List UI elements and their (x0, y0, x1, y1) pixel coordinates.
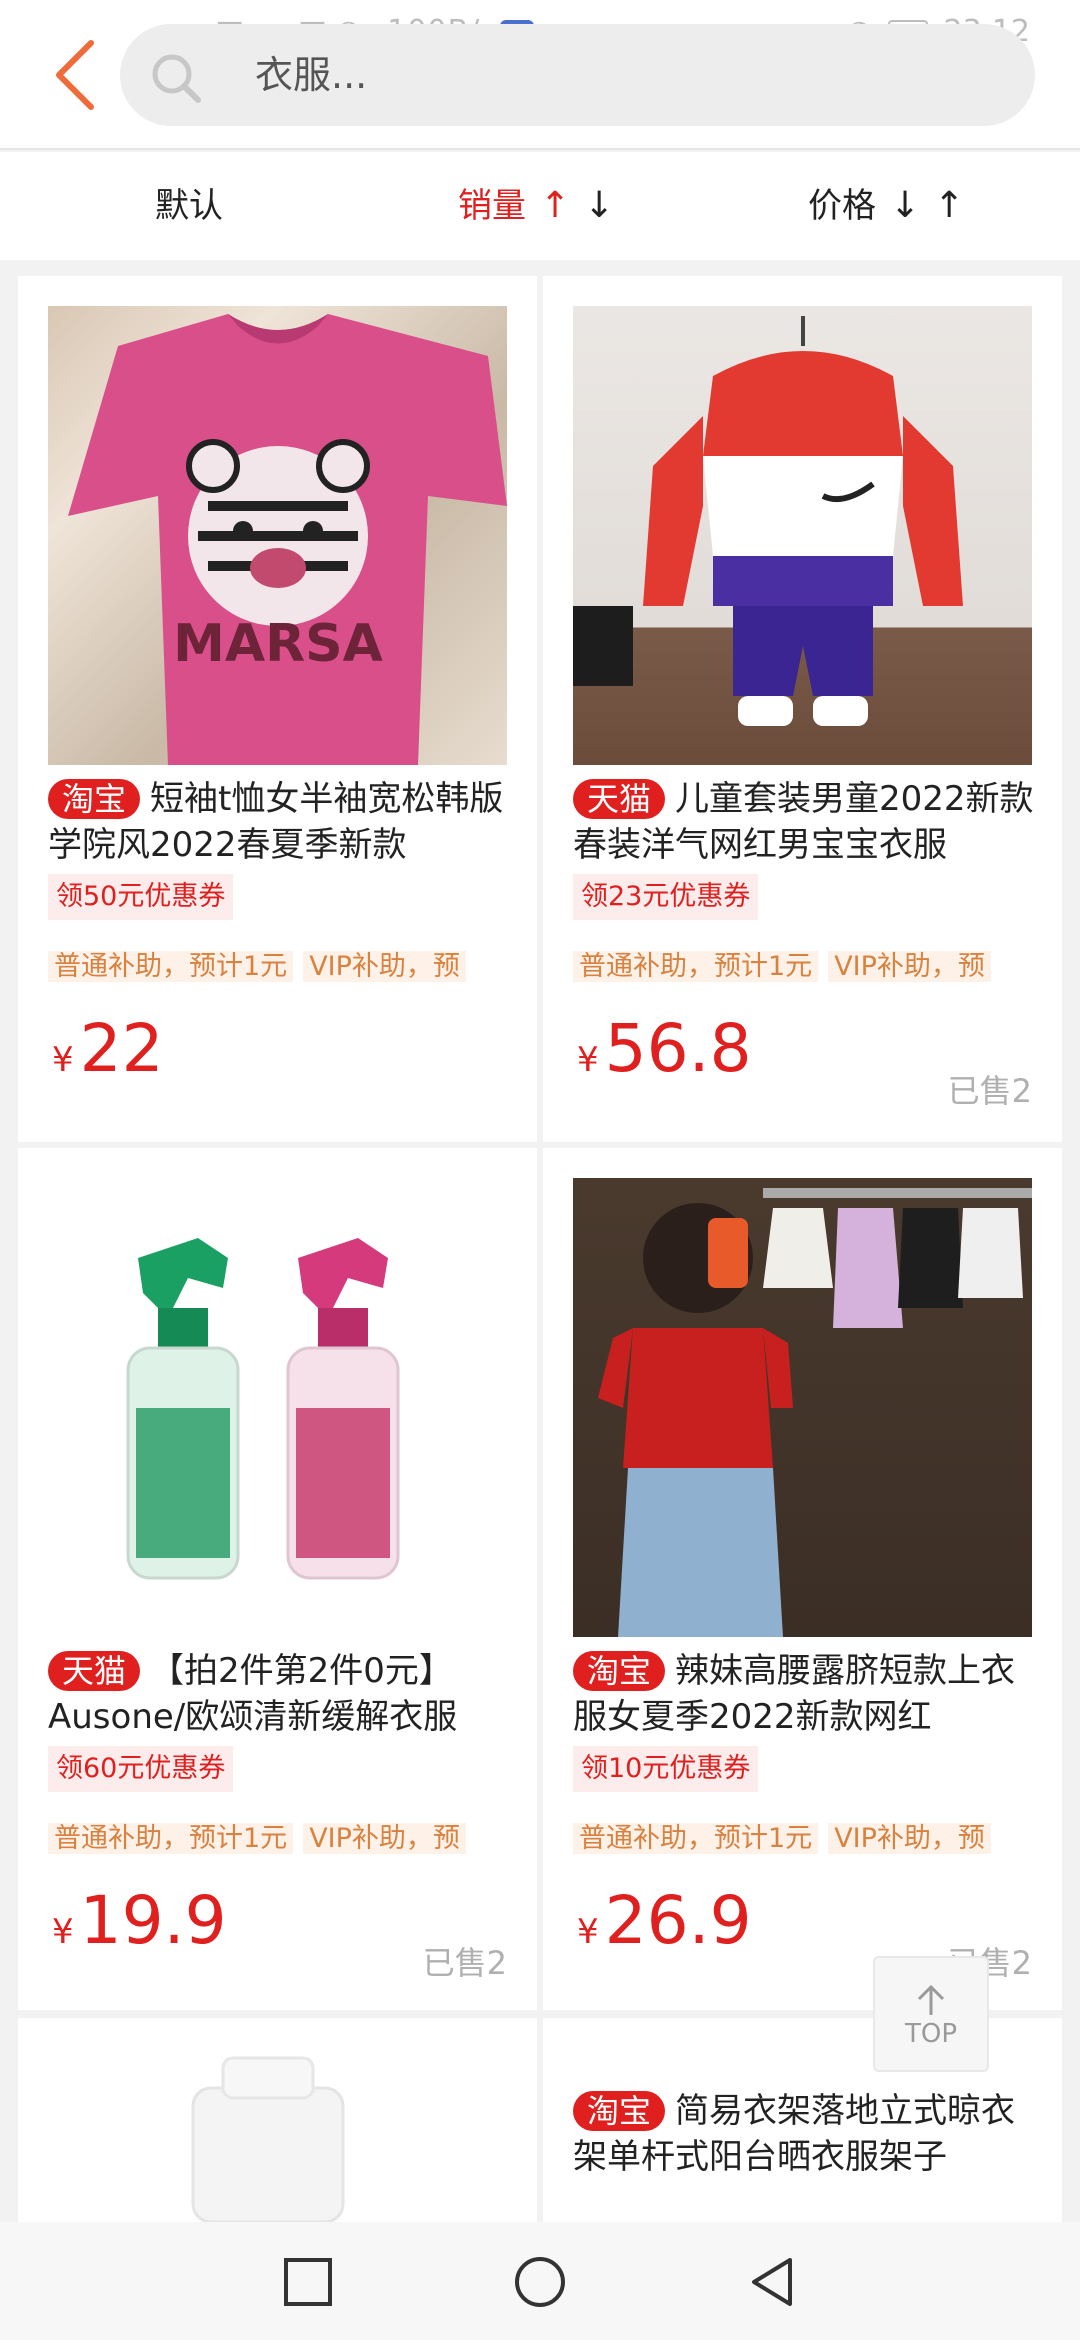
platform-badge: 淘宝 (48, 779, 141, 819)
svg-text:MARSA: MARSA (173, 614, 383, 674)
product-title[interactable]: 天猫 儿童套装男童2022新款春装洋气网红男宝宝衣服 (573, 776, 1043, 868)
back-to-top-label: TOP (904, 2019, 958, 2049)
coupon-tag[interactable]: 领60元优惠券 (48, 1746, 234, 1792)
back-nav-button[interactable] (742, 2252, 802, 2312)
search-input[interactable]: 衣服... (255, 24, 367, 126)
platform-badge: 天猫 (48, 1651, 141, 1691)
kids-jacket-image (573, 316, 963, 726)
subsidy-tag: 普通补助，预计1元 (573, 1823, 819, 1854)
back-to-top-button[interactable]: TOP (873, 1956, 989, 2072)
product-title[interactable]: 淘宝 辣妹高腰露脐短款上衣服女夏季2022新款网红 (573, 1648, 1043, 1740)
arrow-up-icon[interactable]: ↑ (540, 152, 570, 260)
subsidy-tag: VIP补助，预 (303, 1823, 466, 1854)
price-value: 19.9 (79, 1882, 227, 1959)
currency-symbol: ¥ (52, 1040, 74, 1080)
currency-symbol: ¥ (577, 1912, 599, 1952)
currency-symbol: ¥ (577, 1040, 599, 1080)
price: ¥22 (52, 1014, 164, 1095)
coupon-tag[interactable]: 领23元优惠券 (573, 874, 759, 920)
sort-sales[interactable]: 销量 ↑ ↓ (458, 152, 614, 260)
back-button[interactable] (40, 30, 110, 120)
product-title[interactable]: 淘宝 短袖t恤女半袖宽松韩版学院风2022春夏季新款 (48, 776, 518, 868)
subsidy-tags: 普通补助，预计1元 VIP补助，预 (573, 1816, 1043, 1862)
coupon-tag[interactable]: 领10元优惠券 (573, 1746, 759, 1792)
sort-price[interactable]: 价格 ↓ ↑ (808, 152, 964, 260)
price-value: 22 (79, 1010, 164, 1087)
sold-count: 已售2 (947, 1072, 1032, 1110)
arrow-up-icon (917, 1984, 945, 2015)
product-card[interactable]: 天猫 儿童套装男童2022新款春装洋气网红男宝宝衣服 领23元优惠券 普通补助，预… (543, 276, 1062, 1142)
arrow-down-icon[interactable]: ↓ (890, 152, 920, 260)
coupon-tag[interactable]: 领50元优惠券 (48, 874, 234, 920)
subsidy-tag: 普通补助，预计1元 (48, 1823, 294, 1854)
sort-sales-label: 销量 (458, 186, 526, 226)
arrow-down-icon[interactable]: ↓ (584, 152, 614, 260)
home-button[interactable] (510, 2252, 570, 2312)
product-card[interactable]: MARSA 淘宝 短袖t恤女半袖宽松韩版学院风2022春夏季新款 领50元优惠券 … (18, 276, 537, 1142)
price: ¥56.8 (577, 1014, 752, 1095)
sold-count: 已售2 (422, 1944, 507, 1982)
subsidy-tag: 普通补助，预计1元 (573, 951, 819, 982)
product-image[interactable] (573, 306, 1032, 765)
product-image[interactable] (573, 1178, 1032, 1637)
product-image[interactable] (18, 2018, 537, 2222)
subsidy-tags: 普通补助，预计1元 VIP补助，预 (48, 944, 518, 990)
search-bar[interactable]: 衣服... (120, 24, 1035, 126)
platform-badge: 淘宝 (573, 2091, 666, 2131)
currency-symbol: ¥ (52, 1912, 74, 1952)
product-title[interactable]: 天猫 【拍2件第2件0元】Ausone/欧颂清新缓解衣服 (48, 1648, 518, 1740)
red-top-image (598, 1188, 1032, 1637)
platform-badge: 淘宝 (573, 1651, 666, 1691)
system-nav-bar (0, 2222, 1080, 2340)
search-icon (152, 54, 201, 103)
back-arrow-icon (56, 40, 94, 110)
price: ¥26.9 (577, 1886, 752, 1967)
arrow-up-icon[interactable]: ↑ (934, 152, 964, 260)
sort-default[interactable]: 默认 (155, 152, 223, 260)
spray-bottles-image (126, 1238, 400, 1580)
sort-bar: 默认 销量 ↑ ↓ 价格 ↓ ↑ (0, 152, 1080, 260)
sort-price-label: 价格 (808, 186, 876, 226)
product-image[interactable] (48, 1178, 507, 1637)
subsidy-tag: VIP补助，预 (828, 951, 991, 982)
subsidy-tags: 普通补助，预计1元 VIP补助，预 (573, 944, 1043, 990)
pink-tshirt-image: MARSA (68, 314, 507, 765)
subsidy-tag: 普通补助，预计1元 (48, 951, 294, 982)
price-value: 26.9 (604, 1882, 752, 1959)
product-card[interactable] (18, 2018, 537, 2222)
sort-default-label: 默认 (155, 186, 223, 226)
price: ¥19.9 (52, 1886, 227, 1967)
price-value: 56.8 (604, 1010, 752, 1087)
subsidy-tags: 普通补助，预计1元 VIP补助，预 (48, 1816, 518, 1862)
product-card[interactable]: 淘宝 辣妹高腰露脐短款上衣服女夏季2022新款网红 领10元优惠券 普通补助，预计… (543, 1148, 1062, 2010)
product-image[interactable]: MARSA (48, 306, 507, 765)
product-title[interactable]: 淘宝 简易衣架落地立式晾衣架单杆式阳台晒衣服架子 (573, 2088, 1043, 2180)
recent-apps-button[interactable] (278, 2252, 338, 2312)
subsidy-tag: VIP补助，预 (828, 1823, 991, 1854)
platform-badge: 天猫 (573, 779, 666, 819)
product-card[interactable]: 天猫 【拍2件第2件0元】Ausone/欧颂清新缓解衣服 领60元优惠券 普通补助… (18, 1148, 537, 2010)
header: ▂▄▆ ▂▄▆ ◠ 100B/s ◎ ◔ 89 23:12 衣服... (0, 0, 1080, 150)
subsidy-tag: VIP补助，预 (303, 951, 466, 982)
